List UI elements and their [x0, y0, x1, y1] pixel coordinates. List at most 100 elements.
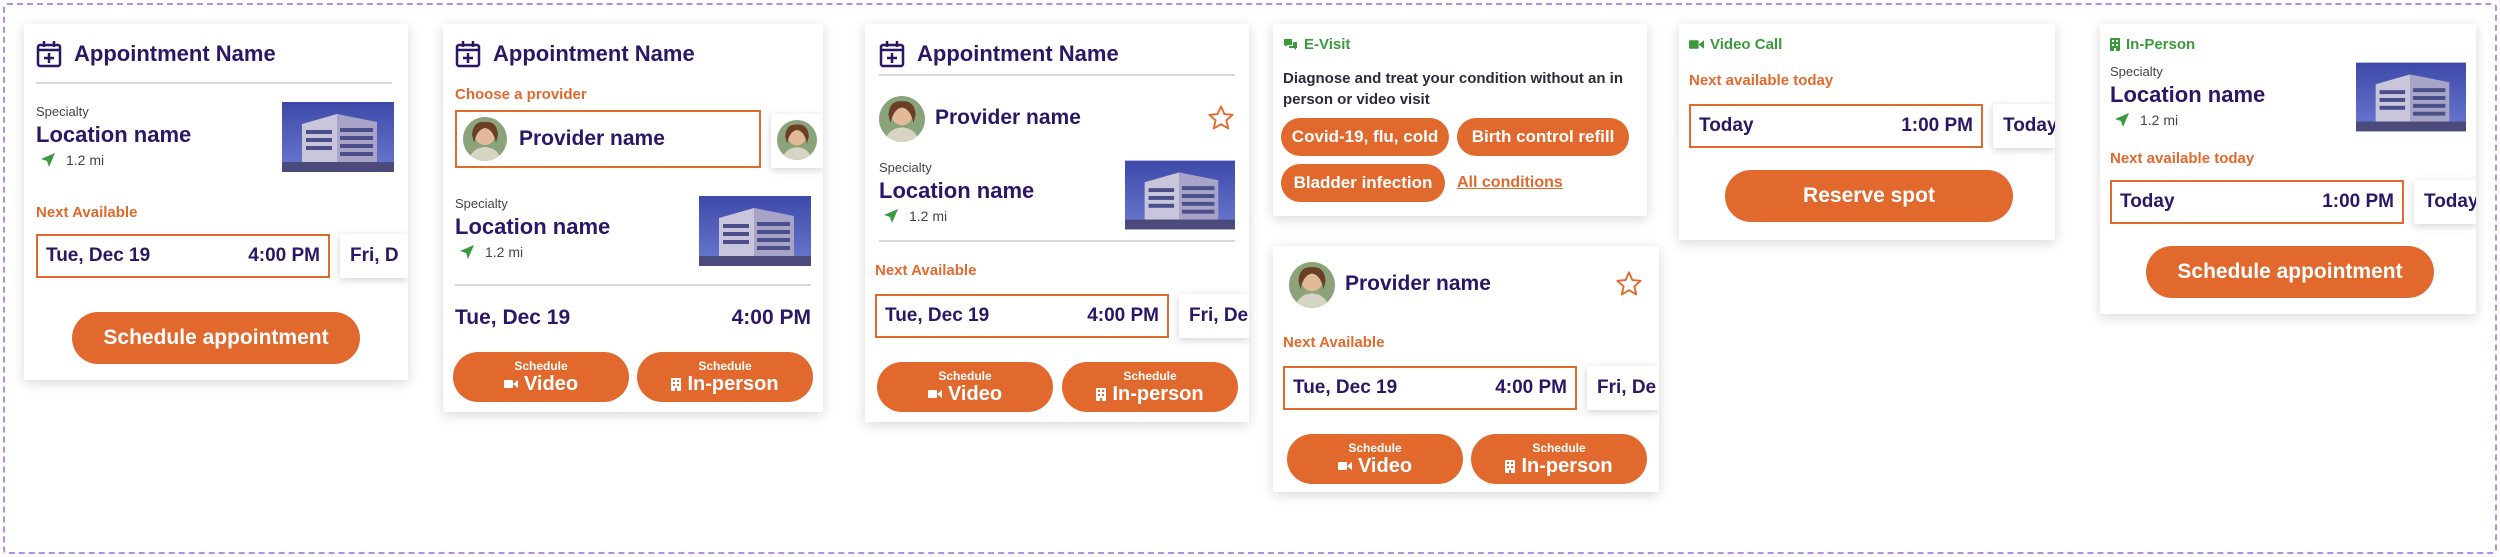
condition-chip[interactable]: Covid-19, flu, cold [1281, 118, 1449, 156]
button-sublabel: Schedule [1348, 440, 1402, 455]
favorite-star-icon[interactable] [1615, 270, 1643, 298]
location-photo [2356, 62, 2466, 132]
choose-provider-label: Choose a provider [455, 86, 587, 103]
next-available-label: Next Available [875, 262, 977, 279]
time-slot-next[interactable]: Fri, De [1587, 366, 1659, 410]
slot-time: 4:00 PM [1495, 377, 1567, 398]
slot-date: Tue, Dec 19 [46, 245, 151, 266]
time-slot-next[interactable]: Today [2414, 180, 2476, 224]
video-camera-icon [1689, 40, 1704, 49]
slot-time: 4:00 PM [1087, 305, 1159, 326]
location-name[interactable]: Location name [879, 178, 1034, 204]
video-camera-icon [927, 390, 942, 398]
slot-date: Tue, Dec 19 [455, 306, 571, 329]
navigation-arrow-icon [884, 209, 898, 223]
button-label: Video [523, 372, 579, 395]
time-slot-next[interactable]: Today [1993, 104, 2055, 148]
provider-option-next[interactable] [771, 114, 823, 168]
visit-type-badge: E-Visit [1283, 36, 1350, 53]
card-header: Appointment Name [879, 40, 1119, 68]
provider-avatar [1289, 262, 1335, 308]
schedule-video-button[interactable]: Schedule Video [877, 362, 1053, 412]
e-visit-description: Diagnose and treat your condition withou… [1283, 70, 1624, 108]
video-camera-icon [1337, 462, 1352, 470]
provider-name[interactable]: Provider name [1345, 272, 1491, 296]
distance-text: 1.2 mi [66, 152, 105, 168]
distance: 1.2 mi [459, 244, 523, 260]
location-name[interactable]: Location name [2110, 82, 2265, 108]
card-header: Appointment Name [455, 40, 695, 68]
slot-time: 1:00 PM [2322, 191, 2394, 212]
navigation-arrow-icon [41, 153, 55, 167]
specialty-label: Specialty [879, 160, 932, 175]
next-slot-row[interactable]: Tue, Dec 19 4:00 PM [455, 306, 811, 330]
schedule-in-person-button[interactable]: Schedule In-person [1062, 362, 1238, 412]
button-sublabel: Schedule [698, 358, 752, 373]
visit-type-badge: In-Person [2110, 36, 2195, 53]
visit-type-label: E-Visit [1304, 36, 1351, 53]
time-slot-selected[interactable]: Tue, Dec 19 4:00 PM [875, 294, 1169, 338]
divider [879, 74, 1235, 76]
schedule-appointment-button[interactable]: Schedule appointment [72, 312, 360, 364]
provider-name: Provider name [519, 127, 665, 150]
slot-date: Tue, Dec 19 [885, 305, 990, 326]
time-slot-selected[interactable]: Tue, Dec 19 4:00 PM [36, 234, 330, 278]
location-name[interactable]: Location name [455, 214, 610, 240]
next-available-label: Next available today [2110, 150, 2255, 167]
condition-chip[interactable]: Birth control refill [1457, 118, 1629, 156]
time-slot-next[interactable]: Fri, D [340, 234, 408, 278]
slot-time: 1:00 PM [1901, 115, 1973, 136]
provider-option-selected[interactable]: Provider name [455, 110, 761, 168]
button-sublabel: Schedule [938, 368, 992, 383]
schedule-video-button[interactable]: Schedule Video [453, 352, 629, 402]
navigation-arrow-icon [460, 245, 474, 259]
distance: 1.2 mi [2114, 112, 2178, 128]
divider [455, 284, 811, 286]
calendar-add-icon [879, 41, 905, 68]
button-sublabel: Schedule [514, 358, 568, 373]
schedule-in-person-button[interactable]: Schedule In-person [1471, 434, 1647, 484]
distance-text: 1.2 mi [909, 208, 948, 224]
distance: 1.2 mi [40, 152, 104, 168]
video-call-card: Video Call Next available today Today 1:… [1679, 24, 2055, 240]
time-slot-selected[interactable]: Today 1:00 PM [2110, 180, 2404, 224]
calendar-add-icon [455, 41, 481, 68]
next-available-label: Next available today [1689, 72, 1834, 89]
all-conditions-link[interactable]: All conditions [1457, 174, 1563, 192]
chat-bubbles-icon [1284, 39, 1297, 50]
appointment-card-provider-choice: Appointment Name Choose a provider Provi… [443, 24, 823, 412]
button-label: In-person [1112, 382, 1204, 405]
in-person-card: In-Person Specialty Location name 1.2 mi… [2100, 24, 2476, 314]
visit-type-badge: Video Call [1689, 36, 1782, 53]
specialty-label: Specialty [2110, 64, 2163, 79]
location-name[interactable]: Location name [36, 122, 191, 148]
video-camera-icon [503, 380, 518, 388]
schedule-video-button[interactable]: Schedule Video [1287, 434, 1463, 484]
location-photo [699, 196, 811, 266]
slot-date: Fri, De [1597, 377, 1657, 398]
appointment-card-provider: Appointment Name Provider name Specialty… [865, 24, 1249, 422]
appointment-title: Appointment Name [493, 41, 695, 66]
time-slot-selected[interactable]: Tue, Dec 19 4:00 PM [1283, 366, 1577, 410]
slot-date: Fri, De [1189, 305, 1249, 326]
button-label: Video [947, 382, 1003, 405]
reserve-spot-button[interactable]: Reserve spot [1725, 170, 2013, 222]
next-available-label: Next Available [1283, 334, 1385, 351]
provider-name[interactable]: Provider name [935, 106, 1081, 130]
divider [36, 82, 392, 84]
building-icon [671, 377, 682, 391]
button-label: In-person [1521, 454, 1613, 477]
schedule-appointment-button[interactable]: Schedule appointment [2146, 246, 2434, 298]
slot-time: 4:00 PM [248, 245, 320, 266]
slot-date: Today [2003, 115, 2055, 136]
specialty-label: Specialty [36, 104, 89, 119]
e-visit-card: E-Visit Diagnose and treat your conditio… [1273, 24, 1647, 216]
divider [879, 240, 1235, 242]
condition-chip[interactable]: Bladder infection [1281, 164, 1445, 202]
button-label: In-person [687, 372, 779, 395]
schedule-in-person-button[interactable]: Schedule In-person [637, 352, 813, 402]
favorite-star-icon[interactable] [1207, 104, 1235, 132]
time-slot-next[interactable]: Fri, De [1179, 294, 1249, 338]
navigation-arrow-icon [2115, 113, 2129, 127]
time-slot-selected[interactable]: Today 1:00 PM [1689, 104, 1983, 148]
